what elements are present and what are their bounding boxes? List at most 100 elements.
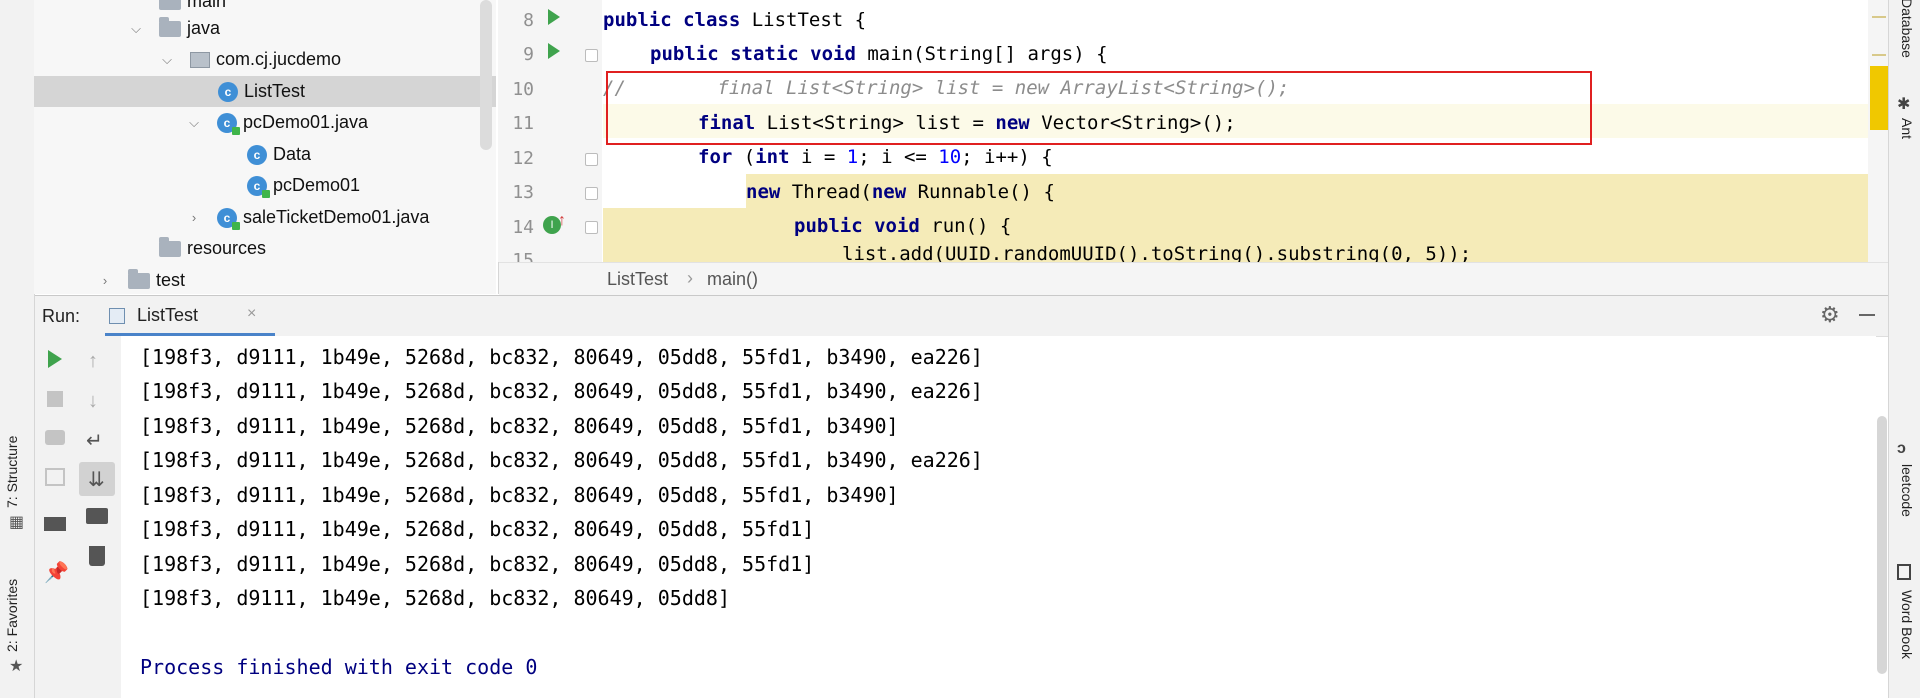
chevron-down-icon[interactable]: ⌵	[128, 21, 144, 37]
database-tab[interactable]: Database	[1899, 0, 1915, 58]
tree-item-label: saleTicketDemo01.java	[243, 207, 430, 227]
tree-item-label: Data	[273, 144, 312, 164]
console-scrollbar[interactable]	[1877, 416, 1887, 674]
tree-item-label: com.cj.jucdemo	[216, 49, 342, 69]
tree-item-pcdemo01[interactable]: c pcDemo01	[34, 170, 496, 201]
class-run-icon: c	[247, 175, 270, 198]
layout-icon[interactable]	[44, 517, 66, 531]
tree-scrollbar[interactable]	[480, 0, 492, 150]
breadcrumb-method[interactable]: main()	[707, 269, 758, 290]
console-line: [198f3, d9111, 1b49e, 5268d, bc832, 8064…	[140, 552, 815, 576]
code-text: main(String[] args) {	[855, 43, 1108, 65]
code-line: for (int i = 1; i <= 10; i++) {	[698, 140, 1053, 174]
run-panel-header: Run: ListTest × ⚙	[35, 295, 1888, 337]
structure-tab[interactable]: 7: Structure	[4, 436, 20, 508]
trash-icon[interactable]	[89, 546, 105, 566]
code-line: public static void main(String[] args) {	[650, 37, 1108, 71]
run-gutter-icon[interactable]	[548, 43, 560, 59]
breadcrumb-separator: ›	[687, 268, 693, 288]
code-text: run() {	[919, 215, 1012, 237]
tree-item-pcdemo01-java[interactable]: ⌵ c pcDemo01.java	[34, 107, 496, 138]
tree-item-java[interactable]: ⌵ java	[34, 13, 496, 44]
line-number: 13	[512, 182, 534, 203]
code-line: public void run() {	[794, 209, 1011, 243]
process-finished-message: Process finished with exit code 0	[140, 655, 538, 679]
code-text: Runnable() {	[906, 181, 1055, 203]
tree-item-listtest[interactable]: c ListTest	[34, 76, 496, 107]
console-line: [198f3, d9111, 1b49e, 5268d, bc832, 8064…	[140, 345, 983, 369]
line-number: 11	[512, 113, 534, 134]
chevron-right-icon[interactable]: ›	[97, 273, 113, 288]
run-label: Run:	[42, 306, 81, 326]
annotation-box	[606, 71, 1592, 145]
code-line-clipped: list.add(UUID.randomUUID().toString().su…	[603, 245, 1887, 262]
folder-icon	[159, 16, 181, 37]
print-icon[interactable]	[86, 508, 108, 524]
keyword: public void	[794, 215, 920, 237]
keyword: new	[871, 181, 907, 203]
leetcode-tab[interactable]: leetcode	[1899, 464, 1915, 517]
run-tab[interactable]: ListTest ×	[105, 296, 275, 336]
code-line: new Thread(new Runnable() {	[746, 175, 1055, 209]
down-arrow-icon[interactable]: ↓	[88, 390, 98, 413]
word-book-icon[interactable]	[1897, 564, 1911, 580]
chevron-down-icon[interactable]: ⌵	[186, 115, 202, 131]
run-gutter-icon[interactable]	[548, 9, 560, 25]
number-literal: 10	[938, 146, 962, 168]
fold-icon[interactable]	[585, 49, 598, 62]
close-icon[interactable]: ×	[247, 305, 256, 323]
fold-icon[interactable]	[585, 187, 598, 200]
scroll-marker	[1870, 66, 1888, 130]
line-number: 8	[523, 10, 534, 31]
chevron-down-icon[interactable]: ⌵	[159, 52, 175, 68]
gear-icon[interactable]: ⚙	[1820, 302, 1840, 328]
pin-icon[interactable]: 📌	[44, 560, 69, 585]
line-number: 15	[512, 250, 534, 262]
tree-item-test[interactable]: › test	[34, 265, 496, 294]
run-toolbar: 📌 ↑ ↓ ↵ ⇊	[35, 336, 121, 698]
leetcode-icon[interactable]: ↄ	[1897, 440, 1906, 458]
camera-icon[interactable]	[45, 430, 65, 445]
star-icon[interactable]: ★	[9, 656, 23, 676]
chevron-right-icon[interactable]: ›	[186, 210, 202, 225]
fold-icon[interactable]	[585, 153, 598, 166]
favorites-tab[interactable]: 2: Favorites	[4, 579, 20, 652]
editor-scrollbar[interactable]	[1868, 0, 1888, 262]
tree-item-data[interactable]: c Data	[34, 139, 496, 170]
number-literal: 1	[846, 146, 859, 168]
tree-item-label: resources	[187, 238, 267, 258]
console-line: [198f3, d9111, 1b49e, 5268d, bc832, 8064…	[140, 379, 983, 403]
scroll-to-end-icon: ⇊	[88, 469, 105, 491]
code-text: ; i <=	[858, 146, 939, 168]
code-text: Thread(	[780, 181, 872, 203]
override-arrow-icon[interactable]: ↑	[558, 212, 566, 230]
ant-icon[interactable]: ✱	[1897, 94, 1910, 114]
keyword: public static void	[650, 43, 856, 65]
fold-icon[interactable]	[585, 221, 598, 234]
breadcrumb: ListTest › main()	[499, 262, 1888, 295]
code-text: list.add(UUID.randomUUID().toString().su…	[842, 245, 1472, 262]
stop-icon[interactable]	[47, 391, 63, 407]
tree-item-package[interactable]: ⌵ com.cj.jucdemo	[34, 44, 496, 75]
tree-item-resources[interactable]: resources	[34, 233, 496, 264]
class-icon: c	[218, 81, 238, 102]
structure-icon[interactable]: ▦	[9, 512, 24, 532]
keyword: for	[698, 146, 733, 168]
tree-item-label: java	[187, 18, 221, 38]
class-icon: c	[247, 144, 267, 165]
minimize-icon[interactable]	[1859, 314, 1875, 316]
soft-wrap-icon[interactable]: ↵	[86, 428, 103, 453]
folder-icon	[159, 236, 181, 257]
up-arrow-icon[interactable]: ↑	[88, 350, 98, 373]
keyword: public class	[603, 9, 741, 31]
scroll-to-end-button[interactable]: ⇊	[79, 462, 115, 496]
ant-tab[interactable]: Ant	[1899, 118, 1915, 139]
rerun-icon[interactable]	[48, 350, 62, 368]
breadcrumb-file[interactable]: ListTest	[607, 269, 668, 290]
scroll-marker	[1872, 16, 1886, 18]
tree-item-saleticketdemo01[interactable]: › c saleTicketDemo01.java	[34, 202, 496, 233]
tree-item-label: pcDemo01.java	[243, 112, 369, 132]
restore-layout-icon[interactable]	[45, 468, 65, 486]
word-book-tab[interactable]: Word Book	[1899, 590, 1915, 659]
project-tree: main ⌵ java ⌵ com.cj.jucdemo c ListTest …	[34, 0, 496, 294]
